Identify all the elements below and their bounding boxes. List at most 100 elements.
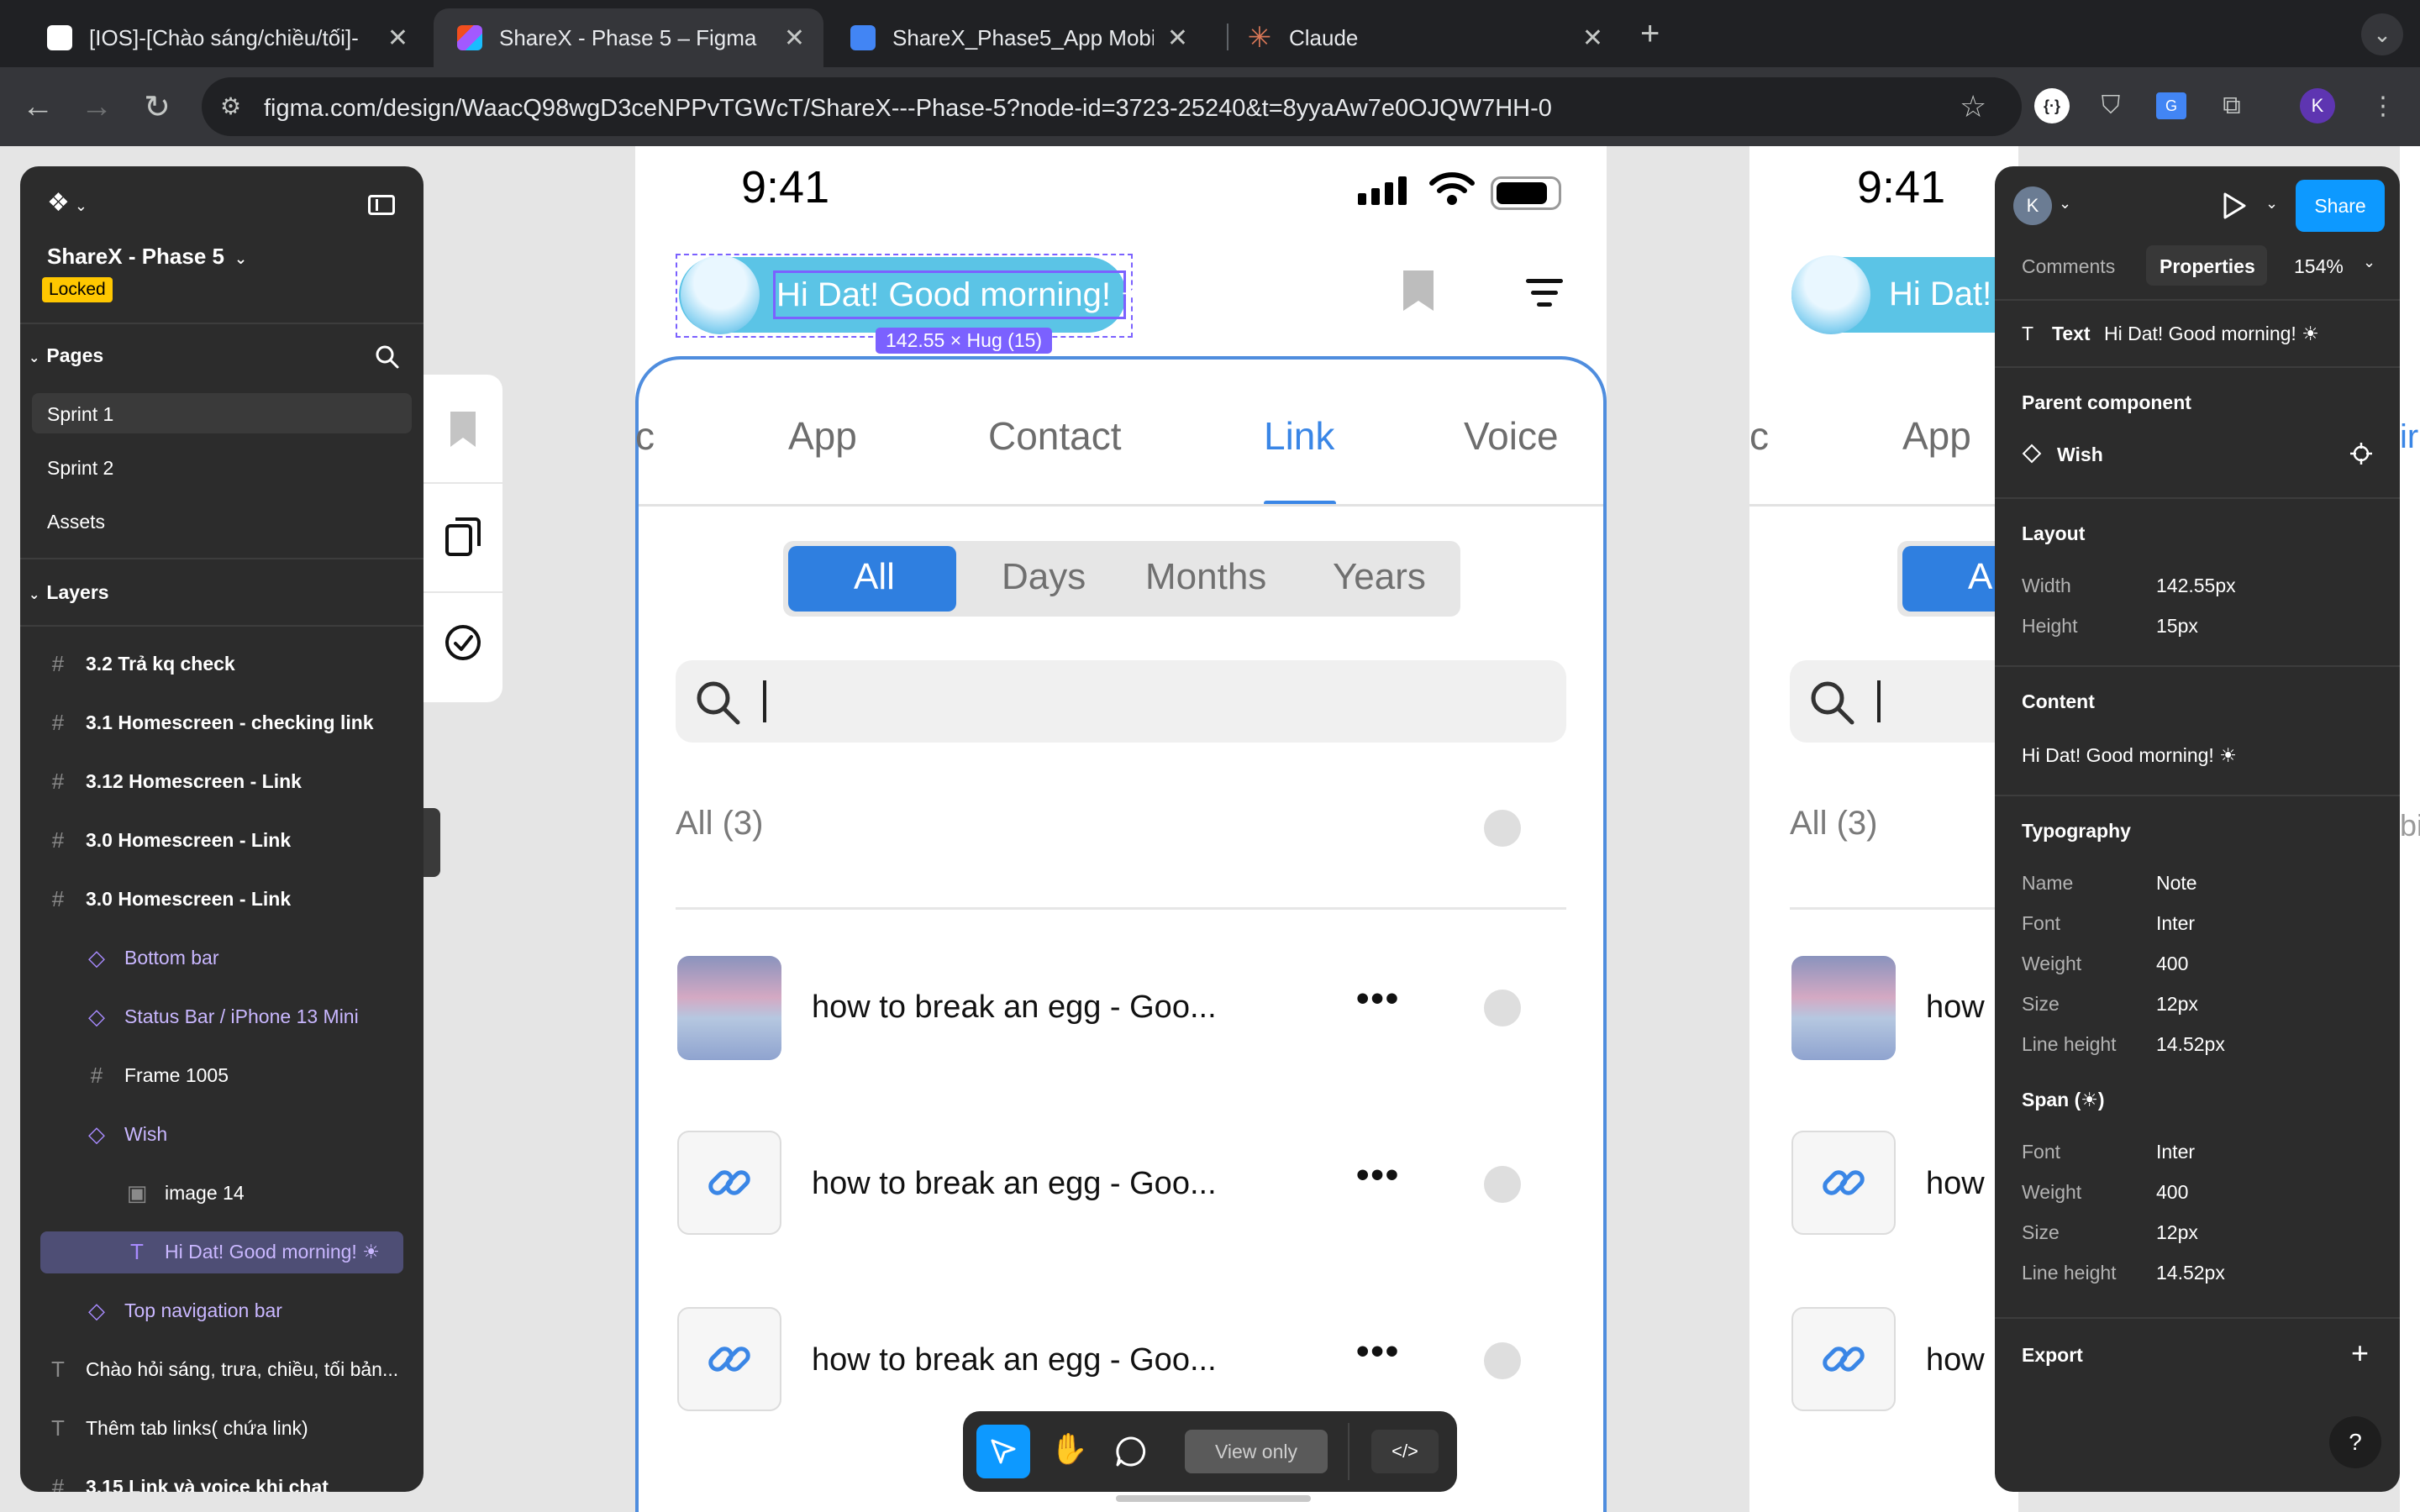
list-item-title[interactable]: how (1926, 1342, 1985, 1378)
layer-item[interactable]: ◇ Bottom bar (20, 931, 424, 984)
width-value[interactable]: 142.55px (2156, 575, 2236, 597)
height-value[interactable]: 15px (2156, 615, 2198, 638)
tab-partial[interactable]: c (635, 413, 655, 459)
user-avatar[interactable]: K (2013, 186, 2052, 225)
browser-tab-2[interactable]: ShareX - Phase 5 – Figma ✕ (434, 8, 823, 67)
bookmark-icon[interactable] (1402, 269, 1435, 312)
share-button[interactable]: Share (2296, 180, 2385, 232)
close-icon[interactable]: ✕ (387, 24, 408, 53)
layer-item[interactable]: ▣ image 14 (20, 1166, 424, 1220)
typo-value[interactable]: Note (2156, 872, 2197, 895)
layer-item[interactable]: #3.1 Homescreen - checking link (20, 696, 424, 749)
sidebar-toggle-icon[interactable] (368, 195, 395, 215)
segment-all[interactable]: All (854, 556, 895, 598)
tab-partial[interactable]: c (1749, 413, 1769, 459)
span-value[interactable]: 12px (2156, 1221, 2198, 1244)
help-button[interactable]: ? (2329, 1416, 2381, 1468)
tab-app[interactable]: App (1902, 413, 1971, 459)
tab-comments[interactable]: Comments (2022, 255, 2115, 278)
segment-days[interactable]: Days (1002, 556, 1086, 598)
chevron-down-icon[interactable]: ⌄ (2265, 195, 2278, 213)
search-input[interactable] (1790, 660, 2018, 743)
page-item-assets[interactable]: Assets (47, 511, 105, 533)
search-input[interactable] (676, 660, 1566, 743)
extensions-icon[interactable]: ⧉ (2212, 86, 2252, 126)
tab-properties[interactable]: Properties (2160, 255, 2255, 278)
new-tab-icon[interactable]: + (1640, 15, 1660, 53)
chevron-down-icon[interactable]: ⌄ (2059, 195, 2071, 213)
list-item-radio[interactable] (1484, 990, 1521, 1026)
layer-item[interactable]: ◇ Status Bar / iPhone 13 Mini (20, 990, 424, 1043)
list-item-radio[interactable] (1484, 1166, 1521, 1203)
bookmark-icon[interactable] (449, 410, 477, 449)
filter-icon[interactable] (1526, 279, 1563, 307)
move-tool-button[interactable] (976, 1425, 1030, 1478)
typo-value[interactable]: 12px (2156, 993, 2198, 1016)
list-item-title[interactable]: how to break an egg - Goo... (812, 1342, 1217, 1378)
layer-item[interactable]: #3.15 Link và voice khi chat (20, 1460, 424, 1493)
typo-value[interactable]: Inter (2156, 912, 2195, 935)
copy-icon[interactable] (444, 516, 482, 558)
file-name[interactable]: ShareX - Phase 5 ⌄ (47, 244, 247, 270)
segment-all[interactable]: A (1968, 556, 1992, 598)
panel-resize-handle[interactable] (424, 808, 440, 877)
list-item-title[interactable]: how to break an egg - Goo... (812, 1166, 1217, 1202)
search-icon[interactable] (375, 344, 400, 370)
add-export-icon[interactable]: + (2351, 1336, 2369, 1371)
parent-component-name[interactable]: Wish (2057, 444, 2103, 466)
page-item-sprint-1[interactable]: Sprint 1 (47, 403, 113, 426)
layer-item[interactable]: T Hi Dat! Good morning! ☀ (20, 1225, 424, 1278)
list-item-title[interactable]: how (1926, 1166, 1985, 1202)
address-bar[interactable]: ⚙ figma.com/design/WaacQ98wgD3ceNPPvTGWc… (202, 77, 2022, 136)
site-info-icon[interactable]: ⚙ (220, 92, 241, 120)
check-circle-icon[interactable] (444, 623, 482, 662)
reload-icon[interactable]: ↻ (136, 86, 178, 128)
zoom-level[interactable]: 154% (2294, 255, 2344, 278)
tab-search-icon[interactable]: ⌄ (2361, 13, 2403, 55)
browser-menu-icon[interactable]: ⋮ (2363, 86, 2403, 126)
span-value[interactable]: 400 (2156, 1181, 2188, 1204)
segment-months[interactable]: Months (1145, 556, 1266, 598)
select-all-radio[interactable] (1484, 810, 1521, 847)
tab-app[interactable]: App (788, 413, 857, 459)
layer-item[interactable]: T Chào hỏi sáng, trưa, chiều, tối bản... (20, 1342, 424, 1396)
figma-menu-icon[interactable]: ❖ ⌄ (47, 188, 87, 218)
more-icon[interactable]: ••• (1356, 978, 1400, 1020)
close-icon[interactable]: ✕ (1167, 24, 1188, 53)
layer-item[interactable]: T Thêm tab links( chứa link) (20, 1401, 424, 1455)
browser-tab-3[interactable]: ShareX_Phase5_App Mobile_ ✕ (827, 8, 1207, 67)
list-item-title[interactable]: how (1926, 990, 1985, 1026)
phone-frame-secondary[interactable]: 9:41 Hi Dat! c App A All (3) how how how (1749, 146, 2018, 1512)
tab-contact[interactable]: Contact (988, 413, 1122, 459)
browser-tab-1[interactable]: [IOS]-[Chào sáng/chiều/tối]- ✕ (24, 8, 427, 67)
list-item-radio[interactable] (1484, 1342, 1521, 1379)
typo-value[interactable]: 400 (2156, 953, 2188, 975)
profile-avatar[interactable]: K (2297, 86, 2338, 126)
layer-item[interactable]: #3.0 Homescreen - Link (20, 872, 424, 926)
span-value[interactable]: 14.52px (2156, 1262, 2225, 1284)
chevron-down-icon[interactable]: ⌄ (2363, 254, 2375, 271)
typo-value[interactable]: 14.52px (2156, 1033, 2225, 1056)
tab-voice[interactable]: Voice (1464, 413, 1559, 459)
back-icon[interactable]: ← (17, 86, 59, 128)
phone-frame-main[interactable]: 9:41 Hi Dat! Good morning! ☀ 142.55 × Hu… (635, 146, 1607, 1512)
layers-header[interactable]: ⌄ Layers (29, 581, 109, 604)
more-icon[interactable]: ••• (1356, 1154, 1400, 1196)
page-item-sprint-2[interactable]: Sprint 2 (47, 457, 113, 480)
tab-link[interactable]: Link (1264, 413, 1334, 459)
segment-years[interactable]: Years (1333, 556, 1426, 598)
go-to-component-icon[interactable] (2349, 442, 2373, 465)
bookmark-star-icon[interactable]: ☆ (1960, 89, 1986, 124)
pages-header[interactable]: ⌄ Pages (29, 344, 103, 367)
translate-icon[interactable]: G (2151, 86, 2191, 126)
forward-icon[interactable]: → (76, 86, 118, 128)
greeting-text[interactable]: Hi Dat! Good morning! ☀ (776, 276, 1150, 314)
layer-item[interactable]: #3.2 Trả kq check (20, 637, 424, 690)
layer-item[interactable]: ◇ Wish (20, 1107, 424, 1161)
present-play-icon[interactable] (2222, 192, 2247, 220)
hand-tool-icon[interactable]: ✋ (1050, 1431, 1088, 1467)
extension-1-icon[interactable]: {·} (2032, 86, 2072, 126)
layer-item[interactable]: #3.12 Homescreen - Link (20, 754, 424, 808)
shield-icon[interactable]: ⛉ (2091, 86, 2131, 126)
close-icon[interactable]: ✕ (1582, 24, 1603, 53)
